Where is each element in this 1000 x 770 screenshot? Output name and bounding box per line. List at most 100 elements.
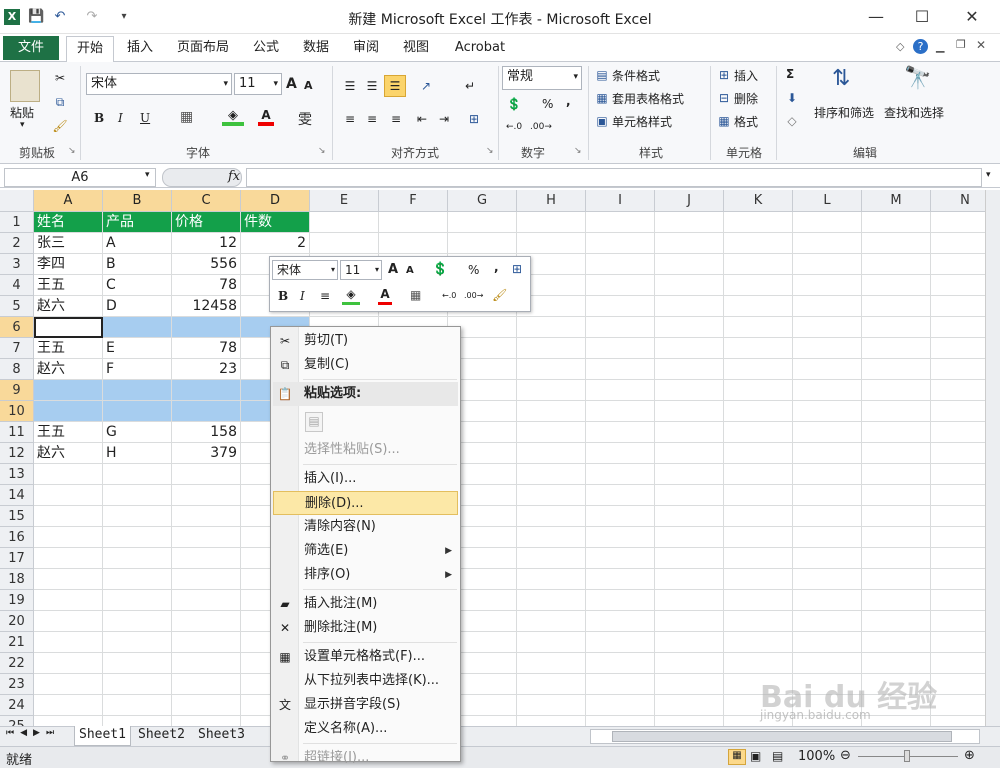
column-header-g[interactable]: G [448,190,517,212]
cell-m3[interactable] [862,254,931,275]
font-color-icon[interactable]: A [258,108,274,126]
cell-h24[interactable] [517,695,586,716]
cell-h25[interactable] [517,716,586,726]
row-header-9[interactable]: 9 [0,380,34,401]
cell-f1[interactable] [379,212,448,233]
column-header-j[interactable]: J [655,190,724,212]
clear-icon[interactable]: ◇ [784,113,800,129]
cell-j3[interactable] [655,254,724,275]
cell-g1[interactable] [448,212,517,233]
cell-n24[interactable] [931,695,985,716]
cell-j14[interactable] [655,485,724,506]
cell-i6[interactable] [586,317,655,338]
cell-b19[interactable] [103,590,172,611]
cell-c16[interactable] [172,527,241,548]
paste-dropdown-icon[interactable]: ▾ [20,120,25,130]
cell-l22[interactable] [793,653,862,674]
cell-m18[interactable] [862,569,931,590]
cell-n7[interactable] [931,338,985,359]
cell-l7[interactable] [793,338,862,359]
cell-k19[interactable] [724,590,793,611]
format-cells-icon[interactable]: ▦ [716,113,732,129]
cell-b12[interactable]: H [103,443,172,464]
mini-font-color-button[interactable]: A [378,287,392,305]
clipboard-launcher-icon[interactable]: ↘ [68,146,76,156]
merge-center-icon[interactable]: ⊞ [466,111,482,127]
cell-k18[interactable] [724,569,793,590]
mini-increase-decimal-icon[interactable]: ←.0 [442,291,456,300]
format-cells-button[interactable]: 格式 [734,113,758,130]
cell-m13[interactable] [862,464,931,485]
cell-n4[interactable] [931,275,985,296]
autosum-button[interactable]: Σ [786,67,794,81]
mini-italic-button[interactable]: I [300,289,305,303]
cell-k13[interactable] [724,464,793,485]
cell-styles-button[interactable]: 单元格样式 [612,113,672,130]
cell-styles-icon[interactable]: ▣ [594,113,610,129]
cell-k15[interactable] [724,506,793,527]
row-header-15[interactable]: 15 [0,506,34,527]
cell-j2[interactable] [655,233,724,254]
cell-l13[interactable] [793,464,862,485]
cell-d2[interactable]: 2 [241,233,310,254]
grow-font-button[interactable]: A [286,76,297,92]
sort-filter-button[interactable]: 排序和筛选 [814,104,874,121]
minimize-button[interactable]: — [856,4,896,30]
tab-home[interactable]: 开始 [66,36,114,63]
cell-c23[interactable] [172,674,241,695]
percent-button[interactable]: % [542,97,553,111]
bold-button[interactable]: B [94,111,104,125]
page-break-view-icon[interactable]: ▤ [772,749,783,763]
number-format-combo[interactable]: 常规 ▾ [502,66,582,90]
cell-k12[interactable] [724,443,793,464]
cell-k7[interactable] [724,338,793,359]
cell-n16[interactable] [931,527,985,548]
row-header-4[interactable]: 4 [0,275,34,296]
cell-i4[interactable] [586,275,655,296]
cell-j7[interactable] [655,338,724,359]
menu-item-12[interactable]: ▦ 设置单元格格式(F)... [273,645,458,669]
column-header-k[interactable]: K [724,190,793,212]
cell-e2[interactable] [310,233,379,254]
cell-n6[interactable] [931,317,985,338]
cell-b22[interactable] [103,653,172,674]
cell-i24[interactable] [586,695,655,716]
row-header-23[interactable]: 23 [0,674,34,695]
cell-c24[interactable] [172,695,241,716]
cell-b15[interactable] [103,506,172,527]
cell-m19[interactable] [862,590,931,611]
cell-i3[interactable] [586,254,655,275]
cell-l8[interactable] [793,359,862,380]
normal-view-icon[interactable]: ▦ [728,749,746,765]
cell-b9[interactable] [103,380,172,401]
cell-b1[interactable]: 产品 [103,212,172,233]
cell-n22[interactable] [931,653,985,674]
zoom-out-icon[interactable]: ⊖ [840,748,851,763]
cell-a14[interactable] [34,485,103,506]
zoom-in-icon[interactable]: ⊕ [964,748,975,763]
cell-i22[interactable] [586,653,655,674]
cell-m14[interactable] [862,485,931,506]
zoom-level[interactable]: 100% [798,749,835,764]
row-header-21[interactable]: 21 [0,632,34,653]
cell-c10[interactable] [172,401,241,422]
cell-h18[interactable] [517,569,586,590]
cell-l18[interactable] [793,569,862,590]
conditional-format-icon[interactable]: ▤ [594,67,610,83]
currency-icon[interactable]: 💲 [506,96,522,112]
tab-acrobat[interactable]: Acrobat [450,36,510,62]
cell-c13[interactable] [172,464,241,485]
underline-button[interactable]: U [140,111,150,125]
expand-formula-bar-icon[interactable]: ▾ [986,170,991,180]
cell-m1[interactable] [862,212,931,233]
vertical-scrollbar[interactable] [985,190,1000,726]
zoom-slider-thumb[interactable] [904,750,910,762]
menu-item-8[interactable]: 筛选(E) ▶ [273,539,458,563]
row-header-10[interactable]: 10 [0,401,34,422]
cell-j12[interactable] [655,443,724,464]
cell-j15[interactable] [655,506,724,527]
cell-k8[interactable] [724,359,793,380]
cell-k11[interactable] [724,422,793,443]
align-bottom-icon[interactable]: ☰ [384,75,406,97]
format-as-table-button[interactable]: 套用表格格式 [612,90,684,107]
